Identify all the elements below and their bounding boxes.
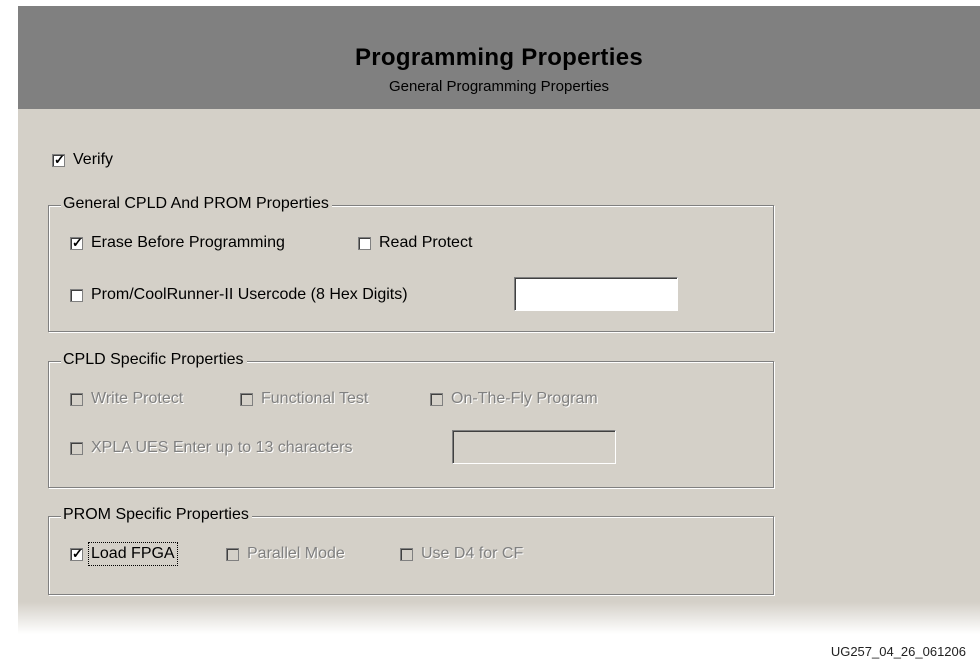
group-title: PROM Specific Properties [61,506,252,524]
xpla-ues-checkbox[interactable] [70,441,83,455]
page-title: Programming Properties [354,44,643,71]
use-d4-for-cf-option[interactable]: Use D4 for CF [400,545,523,563]
torn-edge-fade [18,602,980,634]
usercode-checkbox[interactable] [70,288,83,302]
erase-before-programming-option[interactable]: ✓ Erase Before Programming [70,234,285,252]
on-the-fly-program-option[interactable]: On-The-Fly Program [430,390,598,408]
on-the-fly-program-checkbox[interactable] [430,392,443,406]
read-protect-checkbox[interactable] [358,236,371,250]
on-the-fly-program-label: On-The-Fly Program [451,390,598,407]
verify-label: Verify [73,151,114,168]
cpld-specific-group: CPLD Specific Properties [48,351,774,488]
header-bar: Programming Properties General Programmi… [18,6,980,109]
usercode-label: Prom/CoolRunner-II Usercode (8 Hex Digit… [91,286,408,303]
verify-option[interactable]: ✓ Verify [52,151,113,169]
write-protect-label: Write Protect [91,390,184,407]
functional-test-option[interactable]: Functional Test [240,390,368,408]
check-icon: ✓ [72,545,83,561]
erase-before-programming-label: Erase Before Programming [91,234,285,251]
group-title: CPLD Specific Properties [61,351,247,369]
write-protect-checkbox[interactable] [70,392,83,406]
verify-checkbox[interactable]: ✓ [52,151,65,167]
erase-before-programming-checkbox[interactable]: ✓ [70,234,83,250]
use-d4-for-cf-label: Use D4 for CF [421,545,524,562]
general-cpld-prom-group: General CPLD And PROM Properties [48,195,774,332]
check-icon: ✓ [72,234,83,250]
load-fpga-checkbox[interactable]: ✓ [70,545,83,561]
xpla-ues-option[interactable]: XPLA UES Enter up to 13 characters [70,439,352,457]
usercode-option[interactable]: Prom/CoolRunner-II Usercode (8 Hex Digit… [70,286,408,304]
load-fpga-label: Load FPGA [88,542,178,566]
write-protect-option[interactable]: Write Protect [70,390,183,408]
figure-id: UG257_04_26_061206 [830,644,966,659]
group-title: General CPLD And PROM Properties [61,195,332,213]
xpla-ues-label: XPLA UES Enter up to 13 characters [91,439,353,456]
parallel-mode-label: Parallel Mode [247,545,345,562]
page-subtitle: General Programming Properties [388,78,610,95]
programming-properties-dialog: Programming Properties General Programmi… [18,6,980,634]
usercode-input[interactable] [514,277,678,311]
functional-test-label: Functional Test [261,390,369,407]
read-protect-option[interactable]: Read Protect [358,234,472,252]
use-d4-for-cf-checkbox[interactable] [400,547,413,561]
read-protect-label: Read Protect [379,234,473,251]
parallel-mode-checkbox[interactable] [226,547,239,561]
functional-test-checkbox[interactable] [240,392,253,406]
check-icon: ✓ [54,151,65,167]
xpla-ues-input[interactable] [452,430,616,464]
load-fpga-option[interactable]: ✓ Load FPGA [70,542,178,566]
parallel-mode-option[interactable]: Parallel Mode [226,545,345,563]
